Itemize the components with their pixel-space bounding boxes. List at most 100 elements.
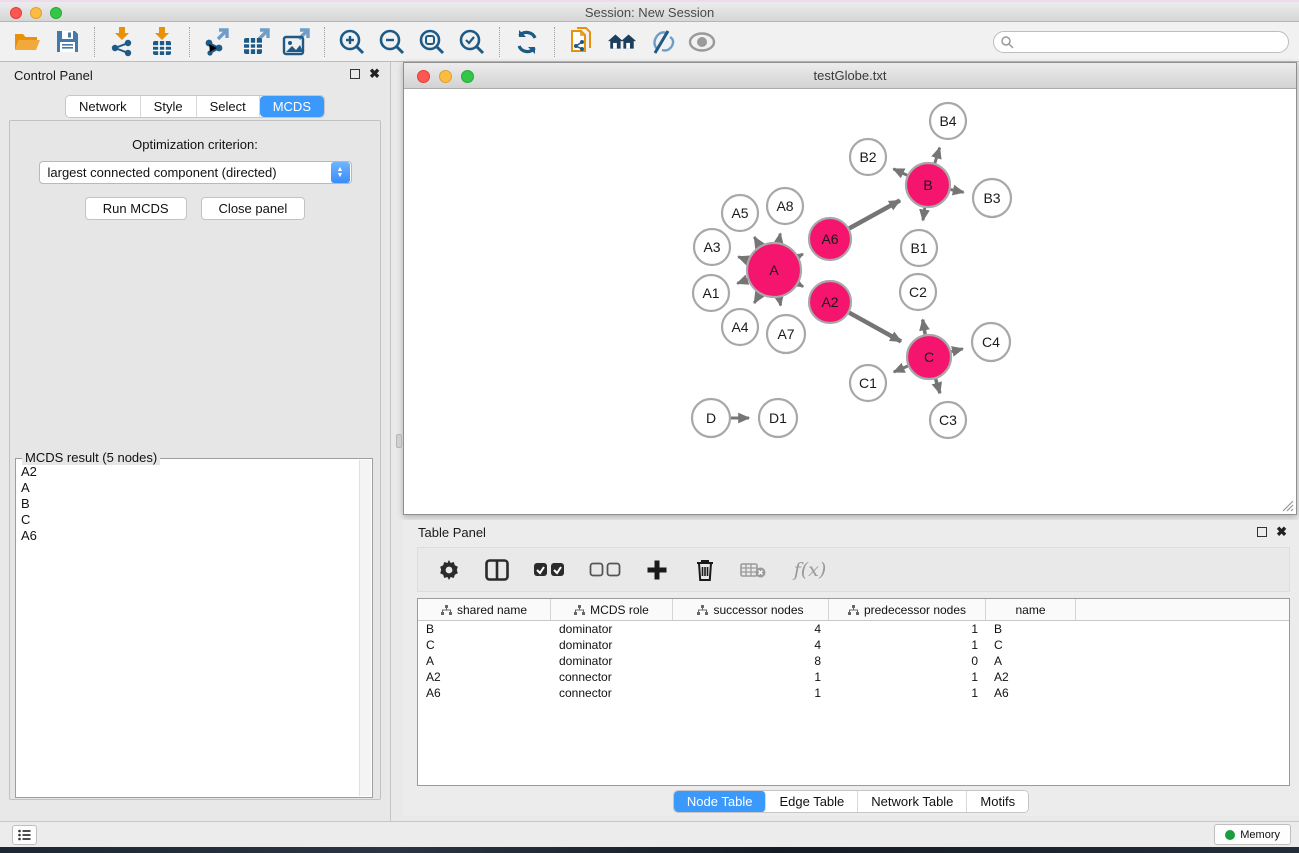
close-panel-icon[interactable]: ✖ xyxy=(369,69,380,79)
close-table-panel-icon[interactable]: ✖ xyxy=(1276,527,1287,537)
graph-edge-A-A8[interactable] xyxy=(779,234,781,243)
column-header-shared-name[interactable]: shared name xyxy=(418,599,551,620)
search-input[interactable] xyxy=(1014,35,1288,49)
show-console-button[interactable] xyxy=(12,825,37,845)
tab-node-table[interactable]: Node Table xyxy=(674,791,767,812)
table-cell[interactable]: dominator xyxy=(551,622,673,636)
hide-graphics-details-icon[interactable] xyxy=(647,27,677,57)
graph-edge-A2-C[interactable] xyxy=(849,313,901,342)
tab-mcds[interactable]: MCDS xyxy=(260,96,324,117)
table-cell[interactable]: A2 xyxy=(986,670,1076,684)
column-header-successor-nodes[interactable]: successor nodes xyxy=(673,599,829,620)
tab-edge-table[interactable]: Edge Table xyxy=(766,791,858,812)
zoom-in-icon[interactable] xyxy=(337,27,367,57)
tab-network-table[interactable]: Network Table xyxy=(858,791,967,812)
graph-edge-A-A1[interactable] xyxy=(737,280,747,284)
graph-edge-C-C3[interactable] xyxy=(936,379,940,393)
result-scrollbar[interactable] xyxy=(359,460,371,796)
graph-edge-A-A5[interactable] xyxy=(754,237,759,246)
table-cell[interactable]: A xyxy=(986,654,1076,668)
export-table-icon[interactable] xyxy=(242,27,272,57)
export-network-icon[interactable] xyxy=(202,27,232,57)
tab-style[interactable]: Style xyxy=(141,96,197,117)
graph-edge-A-A7[interactable] xyxy=(779,298,780,306)
import-network-icon[interactable] xyxy=(107,27,137,57)
export-image-icon[interactable] xyxy=(282,27,312,57)
unselect-all-checkboxes-icon[interactable] xyxy=(588,557,622,583)
select-all-checkboxes-icon[interactable] xyxy=(532,557,566,583)
vertical-splitter-handle[interactable] xyxy=(396,434,402,448)
table-row[interactable]: A2connector11A2 xyxy=(418,669,1289,685)
column-header-predecessor-nodes[interactable]: predecessor nodes xyxy=(829,599,986,620)
run-mcds-button[interactable]: Run MCDS xyxy=(85,197,187,220)
gear-icon[interactable] xyxy=(436,557,462,583)
delete-column-icon[interactable] xyxy=(692,557,718,583)
column-header-MCDS-role[interactable]: MCDS role xyxy=(551,599,673,620)
table-cell[interactable]: A2 xyxy=(418,670,551,684)
table-row[interactable]: Adominator80A xyxy=(418,653,1289,669)
graph-edge-B-B4[interactable] xyxy=(935,148,940,163)
table-cell[interactable]: A xyxy=(418,654,551,668)
result-item[interactable]: A xyxy=(21,480,359,496)
float-table-panel-icon[interactable] xyxy=(1257,527,1267,537)
table-cell[interactable]: 4 xyxy=(673,638,829,652)
zoom-fit-icon[interactable] xyxy=(417,27,447,57)
node-table[interactable]: shared nameMCDS rolesuccessor nodesprede… xyxy=(417,598,1290,786)
graph-edge-A-A4[interactable] xyxy=(754,294,759,303)
close-panel-button[interactable]: Close panel xyxy=(201,197,306,220)
graph-edge-B-B3[interactable] xyxy=(951,190,964,193)
table-cell[interactable]: connector xyxy=(551,686,673,700)
table-row[interactable]: A6connector11A6 xyxy=(418,685,1289,701)
cybrowser-home-icon[interactable] xyxy=(607,27,637,57)
criterion-dropdown[interactable]: largest connected component (directed) ▲… xyxy=(39,161,352,184)
graph-edge-C-C4[interactable] xyxy=(951,349,962,352)
network-window-titlebar[interactable]: testGlobe.txt xyxy=(404,63,1296,89)
column-header-name[interactable]: name xyxy=(986,599,1076,620)
zoom-out-icon[interactable] xyxy=(377,27,407,57)
table-cell[interactable]: C xyxy=(986,638,1076,652)
table-cell[interactable]: 0 xyxy=(829,654,986,668)
graph-edge-A-A2[interactable] xyxy=(798,284,803,287)
graph-edge-C-C2[interactable] xyxy=(923,320,925,335)
result-item[interactable]: B xyxy=(21,496,359,512)
graph-edge-A-A6[interactable] xyxy=(798,254,802,256)
tab-motifs[interactable]: Motifs xyxy=(967,791,1028,812)
table-cell[interactable]: 4 xyxy=(673,622,829,636)
table-cell[interactable]: dominator xyxy=(551,638,673,652)
add-column-icon[interactable] xyxy=(644,557,670,583)
graph-edge-A-A3[interactable] xyxy=(738,257,747,261)
eye-icon[interactable] xyxy=(687,27,717,57)
table-cell[interactable]: A6 xyxy=(986,686,1076,700)
open-file-icon[interactable] xyxy=(12,27,42,57)
table-cell[interactable]: B xyxy=(418,622,551,636)
table-cell[interactable]: connector xyxy=(551,670,673,684)
graph-edge-B-B2[interactable] xyxy=(893,169,907,175)
table-cell[interactable]: 1 xyxy=(673,686,829,700)
clone-network-icon[interactable] xyxy=(567,27,597,57)
refresh-icon[interactable] xyxy=(512,27,542,57)
table-cell[interactable]: 1 xyxy=(829,622,986,636)
table-cell[interactable]: 1 xyxy=(829,638,986,652)
result-item[interactable]: C xyxy=(21,512,359,528)
table-row[interactable]: Cdominator41C xyxy=(418,637,1289,653)
table-row[interactable]: Bdominator41B xyxy=(418,621,1289,637)
table-cell[interactable]: dominator xyxy=(551,654,673,668)
table-cell[interactable]: 8 xyxy=(673,654,829,668)
tab-select[interactable]: Select xyxy=(197,96,260,117)
zoom-selected-icon[interactable] xyxy=(457,27,487,57)
column-view-icon[interactable] xyxy=(484,557,510,583)
resize-grip-icon[interactable] xyxy=(1282,500,1294,512)
graph-edge-B-B1[interactable] xyxy=(923,208,925,221)
graph-edge-C-C1[interactable] xyxy=(894,366,908,372)
function-builder-icon[interactable]: f(x) xyxy=(788,557,832,583)
graph-edge-A6-B[interactable] xyxy=(849,200,900,228)
table-cell[interactable]: A6 xyxy=(418,686,551,700)
mcds-result-list[interactable]: A2ABCA6 xyxy=(17,460,359,796)
import-table-icon[interactable] xyxy=(147,27,177,57)
save-session-icon[interactable] xyxy=(52,27,82,57)
float-panel-icon[interactable] xyxy=(350,69,360,79)
table-cell[interactable]: 1 xyxy=(829,686,986,700)
tab-network[interactable]: Network xyxy=(66,96,141,117)
memory-button[interactable]: Memory xyxy=(1214,824,1291,845)
result-item[interactable]: A2 xyxy=(21,464,359,480)
